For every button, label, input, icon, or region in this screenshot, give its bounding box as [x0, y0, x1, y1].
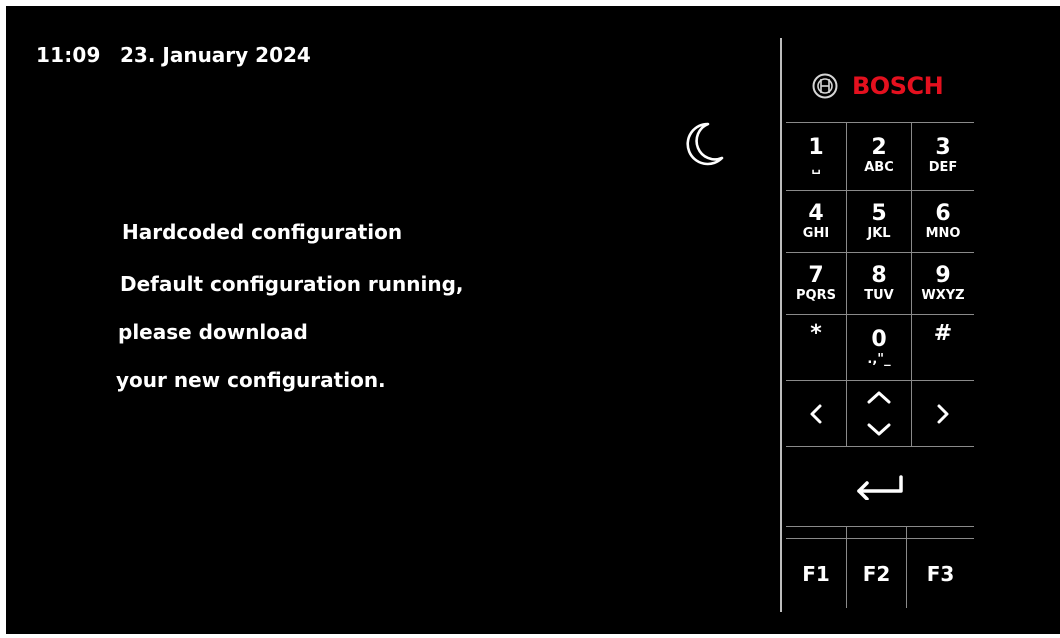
- key-digit: 8: [871, 262, 887, 288]
- key-3[interactable]: 3 DEF: [912, 122, 974, 190]
- bosch-brand: BOSCH: [812, 68, 944, 104]
- clock-time: 11:09: [36, 43, 101, 67]
- nav-right-button[interactable]: [912, 381, 974, 446]
- function-key-label: F1: [802, 562, 830, 586]
- key-letters: MNO: [925, 225, 961, 241]
- chevron-up-icon: [867, 391, 891, 404]
- chevron-right-icon: [937, 404, 949, 423]
- key-7[interactable]: 7 PQRS: [786, 253, 846, 314]
- key-digit: #: [933, 321, 953, 346]
- key-letters: TUV: [864, 287, 894, 303]
- function-key-f3[interactable]: F3: [907, 539, 974, 609]
- bosch-logo-icon: [812, 73, 838, 99]
- key-letters: .,"_: [867, 351, 891, 367]
- key-digit: 4: [808, 200, 824, 226]
- keypad-divider: [786, 526, 974, 527]
- chevron-down-icon: [867, 423, 891, 435]
- key-digit: 6: [935, 200, 951, 226]
- key-digit: *: [810, 321, 822, 346]
- key-letters: DEF: [928, 160, 958, 175]
- function-key-label: F3: [926, 562, 955, 586]
- key-digit: 1: [808, 135, 824, 160]
- key-letters: GHI: [802, 225, 830, 241]
- message-line-1: Hardcoded configuration: [122, 220, 403, 244]
- nav-left-button[interactable]: [786, 381, 846, 446]
- key-8[interactable]: 8 TUV: [847, 253, 911, 314]
- function-key-f2[interactable]: F2: [847, 539, 906, 609]
- key-letters: WXYZ: [921, 287, 965, 303]
- message-line-4: your new configuration.: [116, 368, 386, 392]
- key-6[interactable]: 6 MNO: [912, 191, 974, 252]
- function-key-label: F2: [862, 562, 891, 586]
- key-letters: PQRS: [796, 287, 836, 303]
- key-0[interactable]: 0 .,"_: [847, 315, 911, 380]
- message-line-2: Default configuration running,: [120, 272, 464, 296]
- key-star[interactable]: *: [786, 315, 846, 373]
- key-5[interactable]: 5 JKL: [847, 191, 911, 252]
- key-2[interactable]: 2 ABC: [847, 122, 911, 190]
- key-4[interactable]: 4 GHI: [786, 191, 846, 252]
- key-digit: 2: [871, 135, 887, 160]
- nav-down-button[interactable]: [847, 413, 911, 446]
- key-1[interactable]: 1 ␣: [786, 122, 846, 190]
- enter-arrow-icon: [857, 474, 903, 500]
- date-display: 23. January 2024: [120, 43, 311, 67]
- key-letters: ␣: [811, 160, 821, 175]
- key-letters: ABC: [864, 160, 894, 175]
- device-screen: 11:09 23. January 2024 Hardcoded configu…: [6, 6, 1060, 634]
- key-hash[interactable]: #: [912, 315, 974, 373]
- key-digit: 0: [871, 326, 887, 352]
- key-digit: 3: [935, 135, 951, 160]
- key-digit: 7: [808, 262, 824, 288]
- keypad-border: [780, 38, 782, 612]
- key-digit: 5: [871, 200, 887, 226]
- key-letters: JKL: [867, 225, 891, 241]
- moon-icon[interactable]: [678, 118, 728, 168]
- nav-up-button[interactable]: [847, 381, 911, 413]
- key-digit: 9: [935, 262, 951, 288]
- message-line-3: please download: [118, 320, 308, 344]
- enter-button[interactable]: [786, 447, 974, 526]
- brand-name: BOSCH: [852, 72, 944, 100]
- key-9[interactable]: 9 WXYZ: [912, 253, 974, 314]
- chevron-left-icon: [810, 404, 822, 423]
- function-key-f1[interactable]: F1: [786, 539, 846, 609]
